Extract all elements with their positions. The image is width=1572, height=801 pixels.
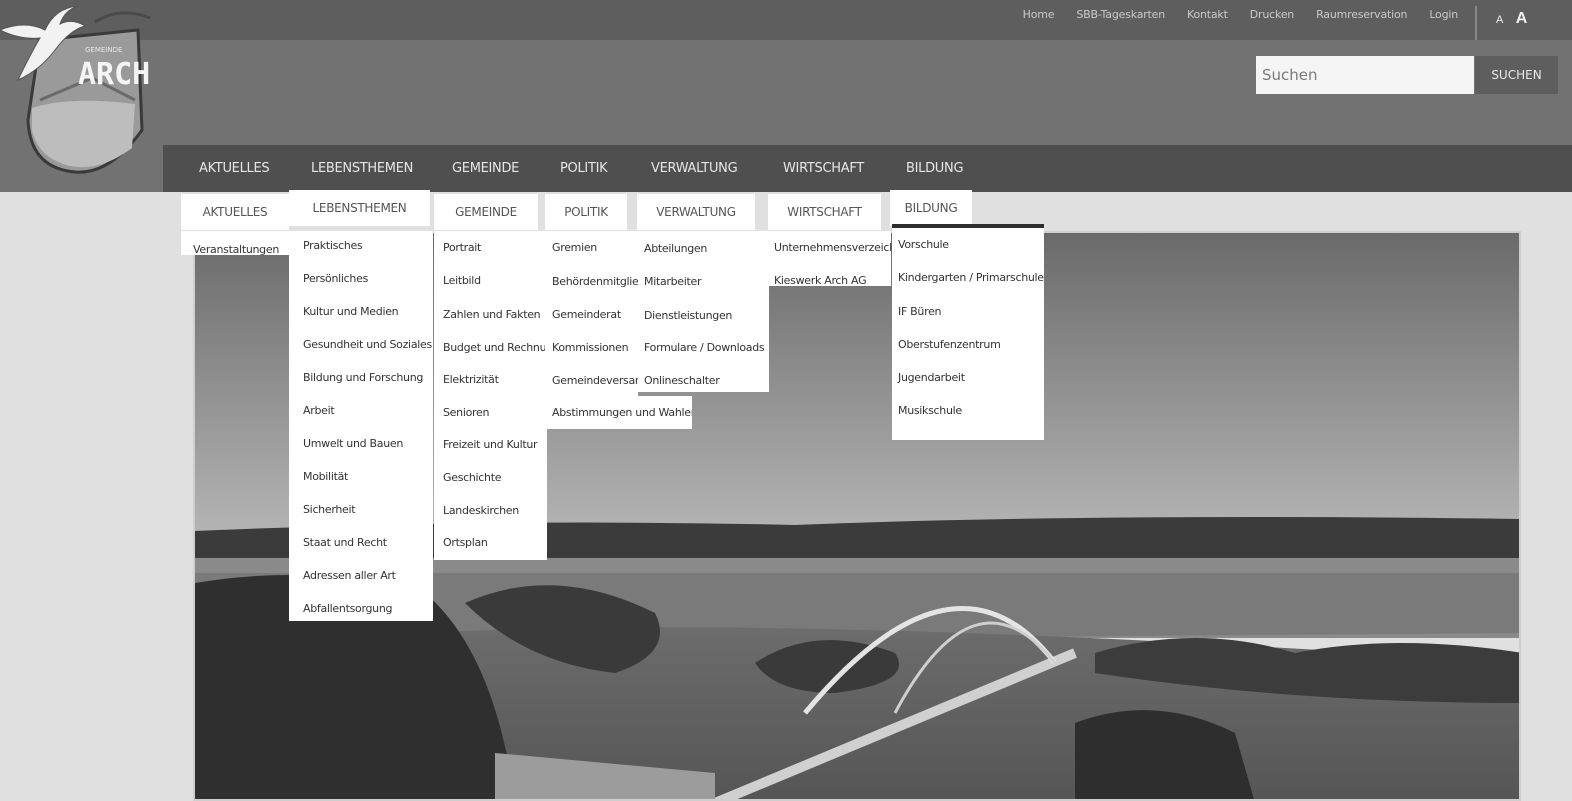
menu-item[interactable]: Behördenmitglieder bbox=[545, 275, 638, 288]
nav-gemeinde[interactable]: GEMEINDE bbox=[452, 161, 519, 176]
tab-aktuelles[interactable]: AKTUELLES bbox=[181, 194, 289, 230]
link-home[interactable]: Home bbox=[1023, 8, 1055, 21]
menu-item[interactable]: Portrait bbox=[434, 241, 481, 254]
menu-item[interactable]: Abteilungen bbox=[638, 242, 707, 255]
menu-bildung: Vorschule Kindergarten / Primarschule IF… bbox=[892, 224, 1044, 440]
menu-item[interactable]: Kieswerk Arch AG bbox=[769, 274, 867, 286]
menu-item[interactable]: Budget und Rechnung bbox=[434, 341, 547, 354]
menu-item[interactable]: IF Büren bbox=[892, 305, 942, 318]
menu-item[interactable]: Formulare / Downloads bbox=[638, 341, 765, 354]
logo-text: ARCH bbox=[78, 57, 150, 92]
menu-item[interactable]: Zahlen und Fakten bbox=[434, 308, 541, 321]
menu-lebensthemen: Praktisches Persönliches Kultur und Medi… bbox=[289, 231, 433, 621]
utility-links: Home SBB-Tageskarten Kontakt Drucken Rau… bbox=[1001, 8, 1459, 21]
link-raumreservation[interactable]: Raumreservation bbox=[1316, 8, 1407, 21]
tab-gemeinde[interactable]: GEMEINDE bbox=[434, 194, 538, 230]
menu-item[interactable]: Unternehmensverzeichnis bbox=[769, 241, 891, 254]
menu-item[interactable]: Arbeit bbox=[289, 404, 335, 417]
menu-item[interactable]: Gemeindeversammlung bbox=[545, 374, 638, 387]
main-navigation: AKTUELLES LEBENSTHEMEN GEMEINDE POLITIK … bbox=[163, 145, 1572, 192]
menu-item[interactable]: Praktisches bbox=[289, 239, 363, 252]
link-kontakt[interactable]: Kontakt bbox=[1187, 8, 1228, 21]
menu-item[interactable]: Geschichte bbox=[434, 471, 502, 484]
menu-item[interactable]: Staat und Recht bbox=[289, 536, 387, 549]
nav-lebensthemen[interactable]: LEBENSTHEMEN bbox=[311, 161, 413, 176]
site-logo[interactable]: GEMEINDE ARCH bbox=[0, 0, 162, 190]
menu-item[interactable]: Bildung und Forschung bbox=[289, 371, 423, 384]
tab-wirtschaft[interactable]: WIRTSCHAFT bbox=[768, 194, 881, 230]
nav-aktuelles[interactable]: AKTUELLES bbox=[199, 161, 270, 176]
menu-item[interactable]: Abfallentsorgung bbox=[289, 602, 392, 615]
tab-politik[interactable]: POLITIK bbox=[545, 194, 627, 230]
search-input[interactable] bbox=[1256, 56, 1474, 94]
menu-item[interactable]: Gemeinderat bbox=[545, 308, 621, 321]
menu-item[interactable]: Kultur und Medien bbox=[289, 305, 399, 318]
font-size-controls: A A bbox=[1496, 10, 1527, 28]
search-button[interactable]: SUCHEN bbox=[1475, 56, 1558, 94]
menu-item[interactable]: Mitarbeiter bbox=[638, 275, 702, 288]
menu-verwaltung: Abteilungen Mitarbeiter Dienstleistungen… bbox=[638, 231, 769, 392]
menu-item[interactable]: Musikschule bbox=[892, 404, 962, 417]
menu-item[interactable]: Dienstleistungen bbox=[638, 309, 732, 322]
menu-item[interactable]: Jugendarbeit bbox=[892, 371, 965, 384]
menu-item[interactable]: Mobilität bbox=[289, 470, 348, 483]
nav-bildung[interactable]: BILDUNG bbox=[906, 161, 964, 176]
tab-bildung[interactable]: BILDUNG bbox=[890, 190, 972, 226]
menu-item[interactable]: Vorschule bbox=[892, 238, 949, 251]
logo-small-text: GEMEINDE bbox=[85, 46, 122, 54]
font-size-small-button[interactable]: A bbox=[1496, 14, 1503, 26]
menu-item[interactable]: Persönliches bbox=[289, 272, 368, 285]
menu-item[interactable]: Umwelt und Bauen bbox=[289, 437, 403, 450]
menu-item[interactable]: Ortsplan bbox=[434, 536, 488, 549]
menu-item[interactable]: Kindergarten / Primarschule bbox=[892, 271, 1044, 284]
nav-wirtschaft[interactable]: WIRTSCHAFT bbox=[783, 161, 864, 176]
top-utility-bar: Home SBB-Tageskarten Kontakt Drucken Rau… bbox=[0, 0, 1572, 40]
menu-politik-extended: Abstimmungen und Wahlen bbox=[545, 396, 692, 429]
menu-item[interactable]: Elektrizität bbox=[434, 373, 499, 386]
menu-item[interactable]: Kommissionen bbox=[545, 341, 629, 354]
menu-item[interactable]: Abstimmungen und Wahlen bbox=[545, 406, 692, 419]
menu-item[interactable]: Landeskirchen bbox=[434, 504, 519, 517]
tab-verwaltung[interactable]: VERWALTUNG bbox=[637, 194, 755, 230]
menu-wirtschaft: Unternehmensverzeichnis Kieswerk Arch AG bbox=[769, 231, 891, 286]
menu-item[interactable]: Onlineschalter bbox=[638, 374, 720, 387]
menu-item[interactable]: Freizeit und Kultur bbox=[434, 438, 538, 451]
menu-item[interactable]: Veranstaltungen bbox=[181, 243, 279, 255]
menu-item[interactable]: Gremien bbox=[545, 241, 597, 254]
link-login[interactable]: Login bbox=[1429, 8, 1458, 21]
link-sbb-tageskarten[interactable]: SBB-Tageskarten bbox=[1076, 8, 1165, 21]
menu-aktuelles: Veranstaltungen bbox=[181, 231, 289, 255]
menu-gemeinde: Portrait Leitbild Zahlen und Fakten Budg… bbox=[434, 231, 547, 560]
nav-politik[interactable]: POLITIK bbox=[560, 161, 608, 176]
menu-item[interactable]: Senioren bbox=[434, 406, 489, 419]
menu-item[interactable]: Sicherheit bbox=[289, 503, 356, 516]
menu-item[interactable]: Leitbild bbox=[434, 274, 481, 287]
divider bbox=[1475, 6, 1477, 40]
menu-item[interactable]: Oberstufenzentrum bbox=[892, 338, 1001, 351]
menu-item[interactable]: Adressen aller Art bbox=[289, 569, 396, 582]
tab-lebensthemen[interactable]: LEBENSTHEMEN bbox=[289, 190, 430, 226]
font-size-large-button[interactable]: A bbox=[1516, 10, 1528, 27]
menu-item[interactable]: Gesundheit und Soziales bbox=[289, 338, 432, 351]
olive-branch-icon bbox=[94, 11, 151, 24]
nav-verwaltung[interactable]: VERWALTUNG bbox=[651, 161, 738, 176]
link-drucken[interactable]: Drucken bbox=[1250, 8, 1295, 21]
